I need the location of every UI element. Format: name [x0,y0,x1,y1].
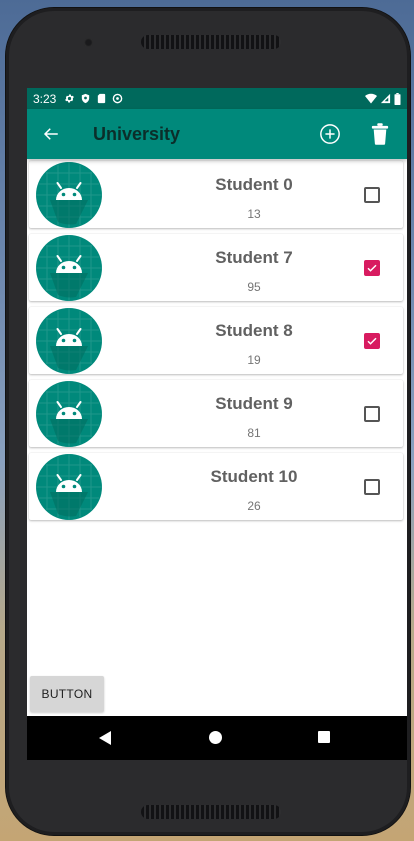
student-name: Student 8 [215,321,293,340]
check-icon [367,264,377,272]
student-name: Student 7 [215,248,293,267]
signal-icon [380,93,391,104]
page-title: University [93,124,181,144]
arrow-back-icon [43,128,58,140]
android-icon [36,308,102,374]
bottom-speaker [141,805,281,819]
status-notification-icons [64,93,123,104]
student-score: 19 [247,353,261,367]
checkbox-icon[interactable] [364,479,380,495]
add-circle-icon [320,124,340,144]
android-icon [36,454,102,520]
checkbox-icon[interactable] [364,333,380,349]
android-icon [36,162,102,228]
student-name: Student 0 [215,175,293,194]
sync-circle-icon [113,93,123,104]
nav-back-icon[interactable] [97,730,113,746]
student-score: 95 [247,280,261,294]
status-time: 3:23 [33,91,57,106]
student-card[interactable]: Student 9 81 [29,380,403,447]
bottom-button[interactable]: BUTTON [30,676,104,712]
earpiece-speaker [141,35,281,49]
trash-icon [371,123,389,145]
shield-icon [82,93,90,104]
checkbox-icon[interactable] [364,260,380,276]
app-bar: University [27,109,407,159]
checkbox-icon[interactable] [364,187,380,203]
student-score: 26 [247,499,261,513]
student-name: Student 9 [215,394,293,413]
check-icon [367,337,377,345]
sd-card-icon [98,93,106,104]
student-score: 81 [247,426,261,440]
student-card[interactable]: Student 7 95 [29,234,403,301]
battery-icon [394,92,401,105]
device-screen: 3:23 University Student 0 13 Student 7 9… [27,88,407,760]
add-student-button[interactable] [316,120,344,148]
student-name: Student 10 [210,467,298,486]
checkbox-icon[interactable] [364,406,380,422]
settings-gear-icon [65,94,75,103]
delete-button[interactable] [366,120,394,148]
android-icon [36,235,102,301]
student-card[interactable]: Student 0 13 [29,161,403,228]
student-card[interactable]: Student 8 19 [29,307,403,374]
camera-icon [84,38,93,47]
system-nav-bar [27,716,407,760]
wifi-icon [365,93,377,104]
student-card[interactable]: Student 10 26 [29,453,403,520]
android-icon [36,381,102,447]
status-system-icons [365,88,401,109]
student-score: 13 [247,207,261,221]
back-button[interactable] [37,120,65,148]
nav-home-icon[interactable] [209,731,222,744]
status-bar: 3:23 [27,88,407,109]
nav-recents-icon[interactable] [318,731,330,743]
